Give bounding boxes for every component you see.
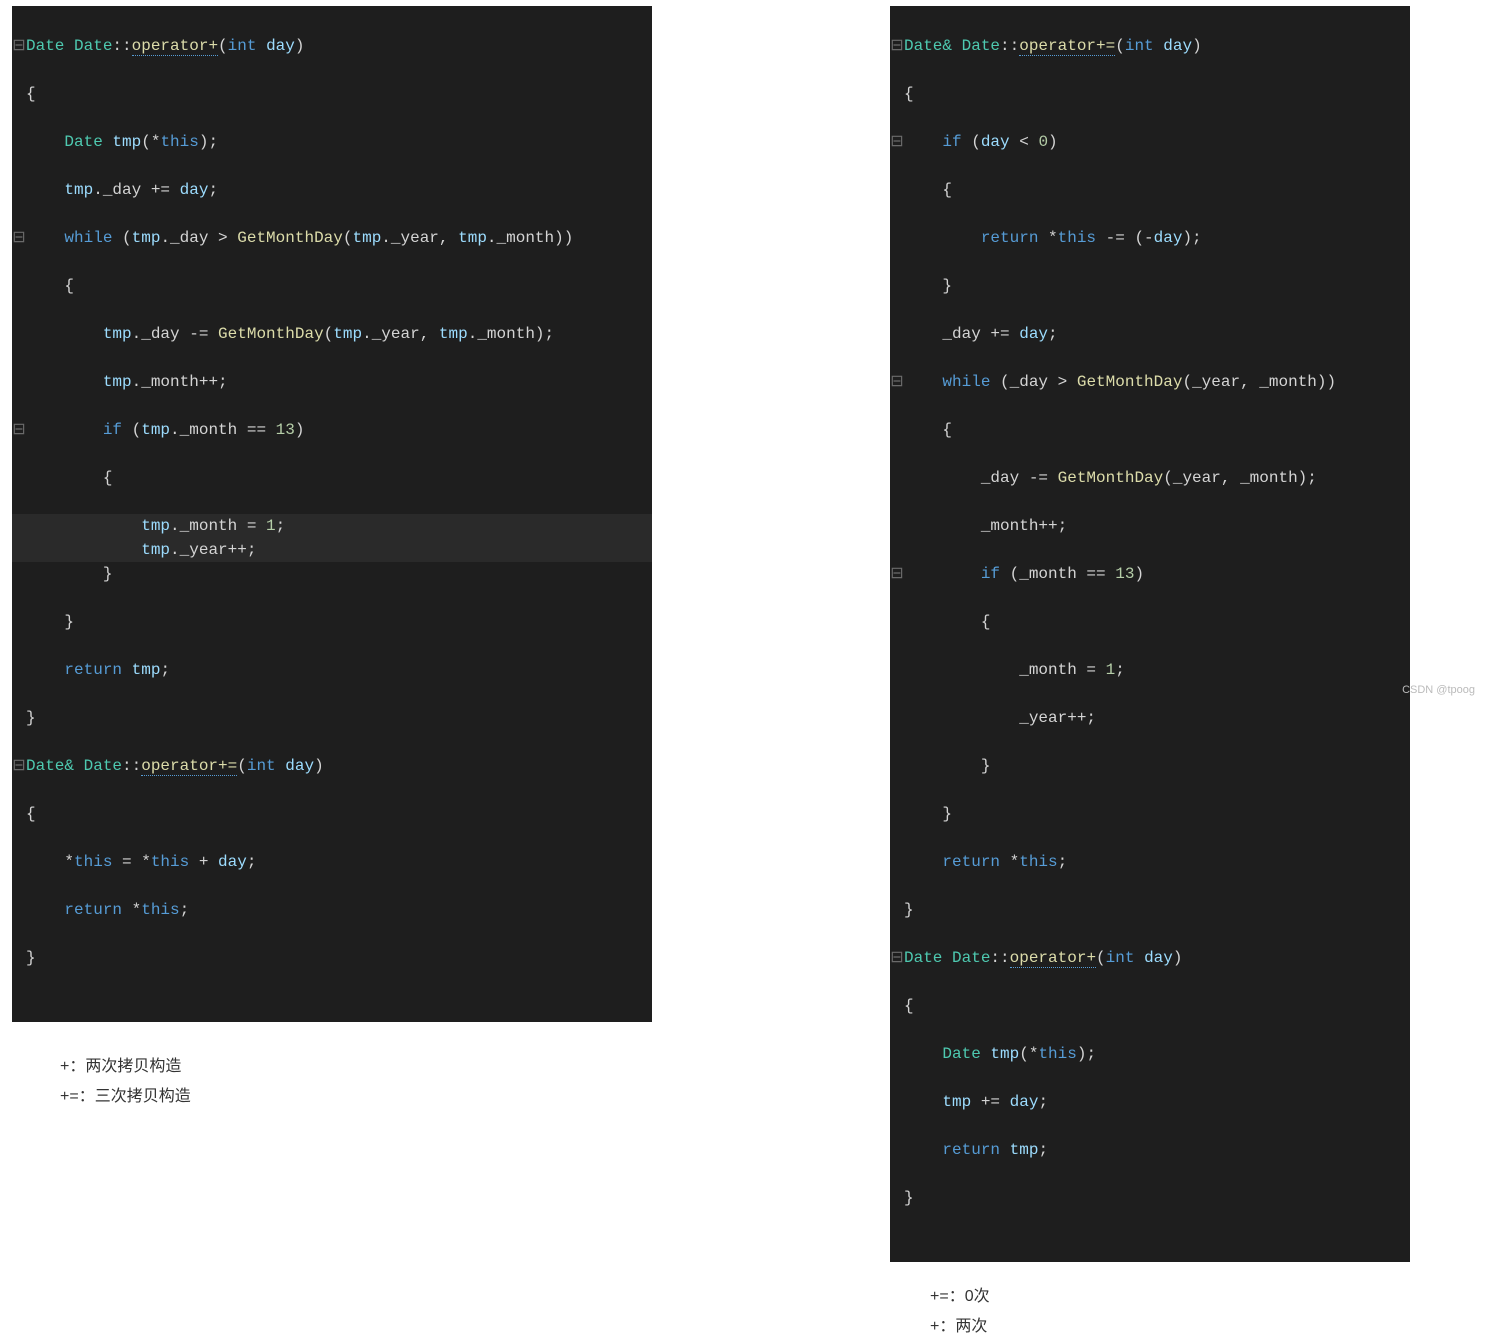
- fold-icon[interactable]: ⊟: [890, 370, 904, 394]
- fold-icon[interactable]: ⊟: [12, 754, 26, 778]
- left-column: ⊟Date Date::operator+(int day) { Date tm…: [0, 0, 890, 706]
- caption-line: +=：0次: [930, 1282, 1495, 1312]
- caption-line: +：两次: [930, 1312, 1495, 1342]
- fold-icon[interactable]: ⊟: [12, 34, 26, 58]
- code-editor-left[interactable]: ⊟Date Date::operator+(int day) { Date tm…: [12, 6, 652, 1022]
- fold-icon[interactable]: ⊟: [890, 34, 904, 58]
- caption-left: +：两次拷贝构造 +=：三次拷贝构造: [60, 1052, 890, 1112]
- watermark: CSDN @tpoog: [1402, 684, 1475, 696]
- fold-icon[interactable]: ⊟: [890, 946, 904, 970]
- fold-icon[interactable]: ⊟: [890, 562, 904, 586]
- right-column: ⊟Date& Date::operator+=(int day) { ⊟ if …: [890, 0, 1495, 706]
- caption-right: +=：0次 +：两次: [930, 1282, 1495, 1342]
- caption-line: +：两次拷贝构造: [60, 1052, 890, 1082]
- code-editor-right[interactable]: ⊟Date& Date::operator+=(int day) { ⊟ if …: [890, 6, 1410, 1262]
- fold-icon[interactable]: ⊟: [12, 418, 26, 442]
- fold-icon[interactable]: ⊟: [890, 130, 904, 154]
- caption-line: +=：三次拷贝构造: [60, 1082, 890, 1112]
- code-text: Date Date: [26, 37, 112, 55]
- fold-icon[interactable]: ⊟: [12, 226, 26, 250]
